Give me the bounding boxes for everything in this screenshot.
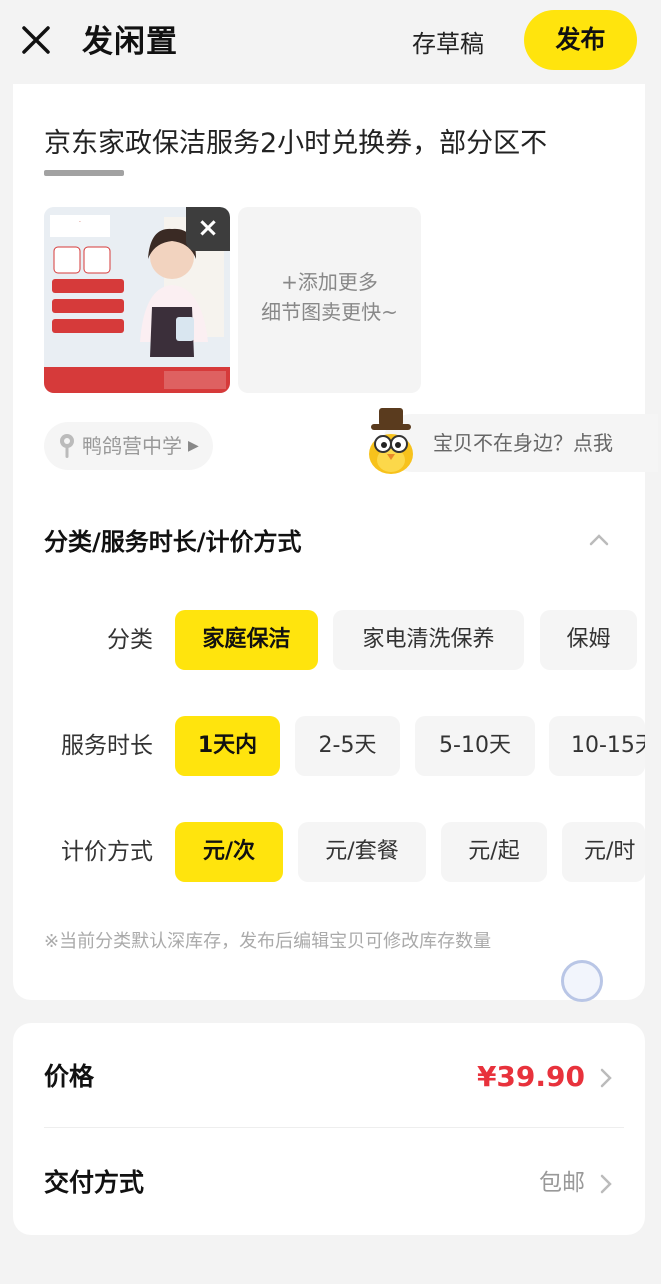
- price-value[interactable]: ¥39.90: [477, 1057, 585, 1097]
- top-bar: 发闲置 存草稿 发布: [0, 0, 661, 84]
- add-more-hint: 细节图卖更快~: [261, 300, 398, 324]
- category-label: 分类: [107, 627, 153, 653]
- delete-photo-button[interactable]: ×: [186, 207, 230, 251]
- inventory-note: ※当前分类默认深库存，发布后编辑宝贝可修改库存数量: [44, 931, 492, 952]
- page-title: 发闲置: [82, 24, 178, 60]
- location-label: 鸭鸽营中学: [82, 434, 182, 458]
- listing-card: 京东家政保洁服务2小时兑换券，部分区不 · × +添加更多 细节图卖更快~ 鸭鸽…: [13, 84, 658, 1000]
- category-chip-appliance-cleaning[interactable]: 家电清洗保养: [333, 610, 524, 670]
- pricing-chip-per-time[interactable]: 元/次: [175, 822, 283, 882]
- mascot-icon: [369, 408, 413, 474]
- add-more-photos-button[interactable]: +添加更多 细节图卖更快~: [238, 207, 421, 393]
- duration-chip-5-10days[interactable]: 5-10天: [415, 716, 535, 776]
- add-more-label: +添加更多: [281, 270, 378, 294]
- delivery-value[interactable]: 包邮: [539, 1163, 585, 1203]
- price-label: 价格: [44, 1062, 95, 1091]
- chevron-right-icon: [600, 1174, 612, 1194]
- pricing-chip-per-hour[interactable]: 元/时: [562, 822, 645, 882]
- svg-text:·: ·: [79, 219, 81, 226]
- category-chip-nanny[interactable]: 保姆: [540, 610, 637, 670]
- duration-chip-10-15days[interactable]: 10-15天: [549, 716, 645, 776]
- product-photo[interactable]: · ×: [44, 207, 230, 393]
- duration-chip-1day[interactable]: 1天内: [175, 716, 280, 776]
- pricing-label: 计价方式: [61, 839, 153, 865]
- description-overflow-line: [44, 170, 164, 176]
- close-icon: [22, 26, 50, 54]
- location-pin-icon: [60, 434, 74, 458]
- chevron-right-icon: [600, 1068, 612, 1088]
- pricing-chip-from[interactable]: 元/起: [441, 822, 547, 882]
- duration-chip-2-5days[interactable]: 2-5天: [295, 716, 400, 776]
- floating-assist-button[interactable]: [561, 960, 603, 1002]
- delivery-label: 交付方式: [44, 1168, 145, 1197]
- caret-right-icon: ▶: [188, 438, 199, 454]
- pricing-chip-per-package[interactable]: 元/套餐: [298, 822, 426, 882]
- category-chip-home-cleaning[interactable]: 家庭保洁: [175, 610, 318, 670]
- duration-label: 服务时长: [61, 733, 153, 759]
- publish-button[interactable]: 发布: [524, 10, 637, 70]
- not-nearby-helper[interactable]: 宝贝不在身边？点我: [383, 414, 658, 472]
- attributes-section-title: 分类/服务时长/计价方式: [44, 528, 302, 556]
- close-button[interactable]: [18, 22, 54, 58]
- divider: [44, 1127, 624, 1128]
- description-input[interactable]: 京东家政保洁服务2小时兑换券，部分区不: [44, 124, 624, 174]
- price-delivery-card: 价格 ¥39.90 交付方式 包邮: [13, 1023, 645, 1235]
- helper-text: 宝贝不在身边？点我: [433, 431, 613, 455]
- save-draft-button[interactable]: 存草稿: [412, 24, 484, 64]
- location-selector[interactable]: 鸭鸽营中学 ▶: [44, 422, 213, 470]
- chevron-up-icon[interactable]: [587, 530, 611, 550]
